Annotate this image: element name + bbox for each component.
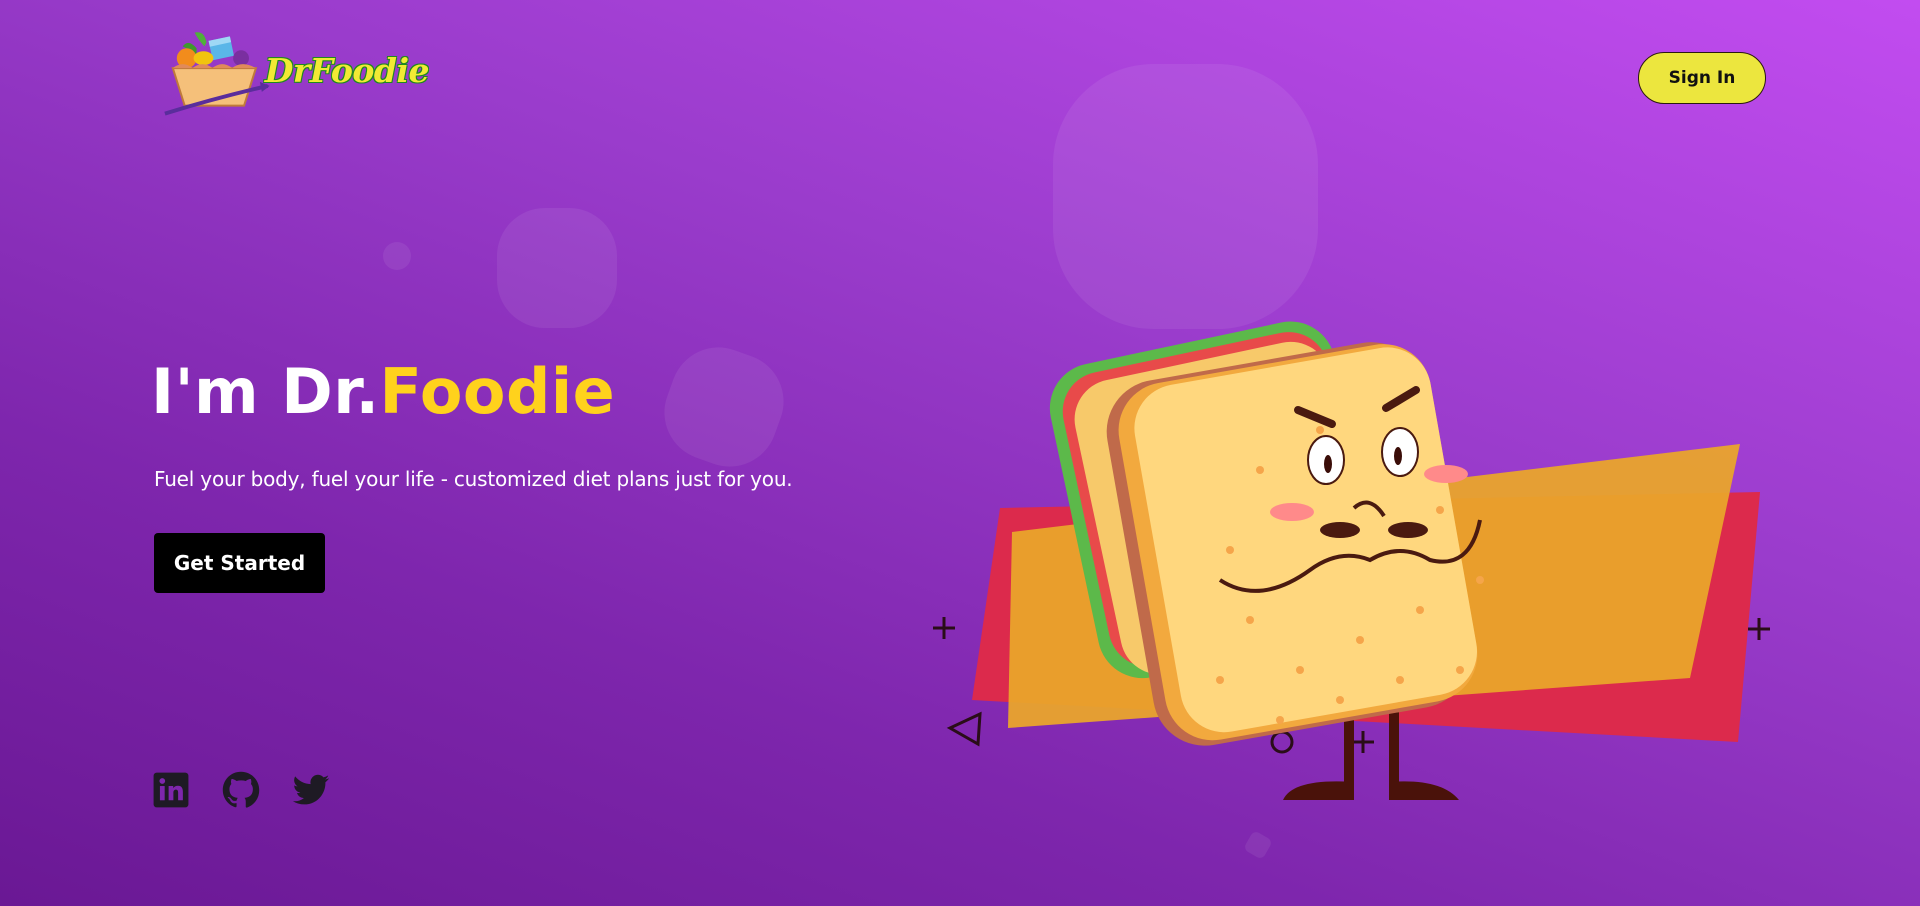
linkedin-icon [153, 772, 189, 808]
sign-in-button[interactable]: Sign In [1638, 52, 1766, 104]
hero-title-prefix: I'm Dr. [151, 355, 380, 428]
twitter-icon [292, 774, 330, 805]
get-started-button[interactable]: Get Started [154, 533, 325, 593]
food-basket-logo-icon [164, 32, 270, 116]
github-icon [222, 771, 260, 808]
grumpy-sandwich-illustration [920, 280, 1790, 820]
github-link[interactable] [222, 771, 260, 809]
background-blob [1242, 829, 1274, 861]
background-blob [497, 208, 617, 328]
twitter-link[interactable] [292, 771, 330, 809]
background-blob [650, 333, 798, 481]
brand-name: DrFoodie [264, 50, 430, 90]
sandwich-character-icon [933, 321, 1770, 800]
social-links [152, 771, 330, 809]
hero-subtitle: Fuel your body, fuel your life - customi… [154, 467, 793, 491]
hero-title-accent: Foodie [379, 355, 616, 428]
brand-logo[interactable]: DrFoodie [157, 28, 430, 124]
linkedin-link[interactable] [152, 771, 190, 809]
hero-title: I'm Dr.Foodie [151, 355, 615, 428]
background-blob [383, 242, 411, 270]
